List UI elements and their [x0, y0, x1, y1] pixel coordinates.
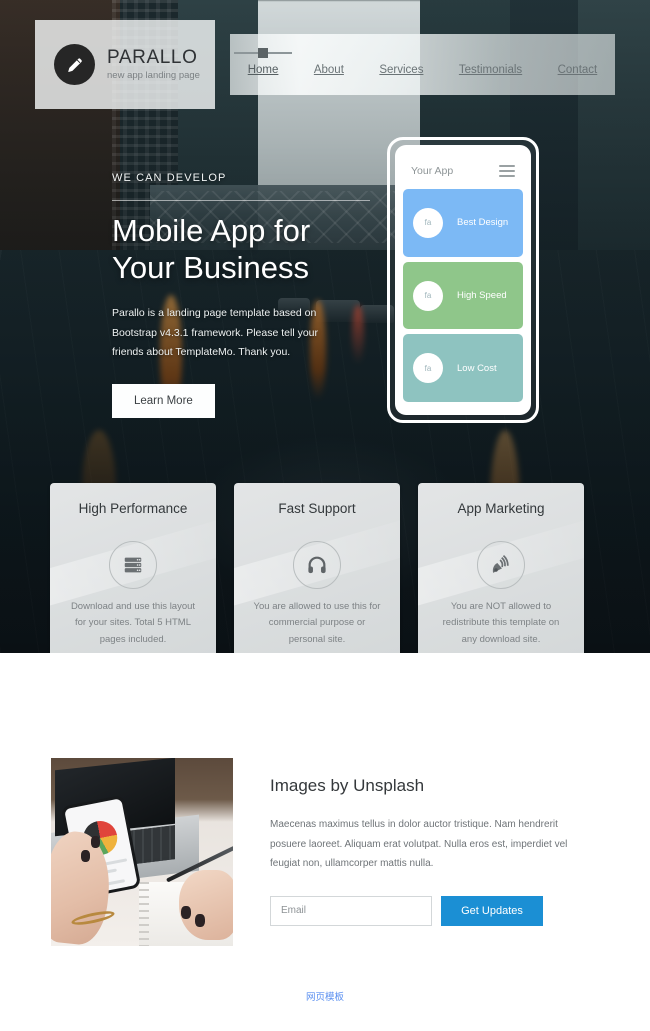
- feature-title: Fast Support: [278, 501, 356, 516]
- brand-title: PARALLO: [107, 47, 198, 69]
- hero-title-line-1: Mobile App for: [112, 213, 311, 248]
- app-card-icon: fa: [413, 353, 443, 384]
- nav-item-label: About: [313, 63, 344, 76]
- feature-cards: High Performance Download and use this l…: [50, 483, 600, 658]
- nav-item-label: Home: [247, 63, 279, 76]
- hero-copy: WE CAN DEVELOP Mobile App for Your Busin…: [112, 172, 412, 419]
- phone-screen: Your App fa Best Design fa High Speed fa…: [395, 145, 531, 415]
- phone-app-name: Your App: [411, 165, 454, 177]
- nail: [91, 836, 100, 848]
- hero-overline: WE CAN DEVELOP: [112, 172, 227, 184]
- server-icon: [109, 541, 157, 589]
- app-card-high-speed[interactable]: fa High Speed: [403, 261, 523, 330]
- get-updates-button[interactable]: Get Updates: [441, 895, 543, 926]
- landing-page: WE CAN DEVELOP Mobile App for Your Busin…: [0, 0, 650, 1031]
- app-card-label: Best Design: [457, 217, 509, 229]
- main-navigation: Home About Services Testimonials Contact: [230, 34, 615, 95]
- nail: [195, 914, 205, 927]
- footer-template-link[interactable]: 网页模板: [0, 989, 650, 1003]
- brand-subtitle: new app landing page: [107, 69, 200, 81]
- right-hand: [179, 870, 233, 940]
- feature-description: You are NOT allowed to redistribute this…: [442, 601, 560, 645]
- page-title: Mobile App for Your Business: [112, 213, 412, 286]
- app-card-low-cost[interactable]: fa Low Cost: [403, 334, 523, 403]
- feature-title: App Marketing: [457, 501, 545, 516]
- nav-item-label: Contact: [557, 63, 598, 76]
- brand-text: PARALLO new app landing page: [107, 48, 200, 81]
- subscribe-form: Get Updates: [270, 895, 570, 926]
- app-card-icon: fa: [413, 207, 443, 238]
- feature-title: High Performance: [78, 501, 188, 516]
- phone-mockup: Your App fa Best Design fa High Speed fa…: [387, 137, 539, 423]
- hamburger-icon[interactable]: [499, 162, 515, 180]
- app-card-best-design[interactable]: fa Best Design: [403, 189, 523, 257]
- email-field[interactable]: [270, 895, 432, 926]
- feature-description: Download and use this layout for your si…: [70, 601, 196, 645]
- nav-item-label: Testimonials: [458, 63, 523, 76]
- app-card-label: High Speed: [457, 290, 507, 301]
- pencil-icon: [54, 44, 95, 85]
- nail: [181, 906, 191, 919]
- phone-laptop-photo: [51, 758, 233, 946]
- hero-title-line-2: Your Business: [112, 249, 310, 285]
- nav-item-home[interactable]: Home: [230, 47, 296, 76]
- hero-description: Parallo is a landing page template based…: [112, 307, 319, 358]
- app-card-label: Low Cost: [457, 362, 497, 374]
- divider: [112, 200, 370, 201]
- nav-item-testimonials[interactable]: Testimonials: [441, 54, 540, 76]
- app-card-icon: fa: [413, 280, 443, 311]
- section-title: Images by Unsplash: [270, 776, 425, 795]
- satellite-dish-icon: [477, 541, 525, 589]
- section-description: Maecenas maximus tellus in dolor auctor …: [270, 819, 568, 869]
- phone-app-bar: Your App: [403, 153, 523, 189]
- feature-card-high-performance[interactable]: High Performance Download and use this l…: [50, 483, 216, 658]
- nav-item-label: Services: [379, 63, 424, 76]
- learn-more-button[interactable]: Learn More: [112, 384, 215, 419]
- headphones-icon: [293, 541, 341, 589]
- nav-slider-indicator: [234, 47, 293, 58]
- feature-card-app-marketing[interactable]: App Marketing You are NOT allowed to red…: [418, 483, 584, 658]
- feature-description: You are allowed to use this for commerci…: [253, 601, 381, 645]
- nav-item-about[interactable]: About: [296, 54, 362, 76]
- nav-item-services[interactable]: Services: [362, 54, 442, 76]
- nail: [81, 850, 90, 862]
- nav-list: Home About Services Testimonials Contact: [230, 34, 615, 95]
- unsplash-copy: Images by Unsplash Maecenas maximus tell…: [270, 776, 570, 926]
- feature-card-fast-support[interactable]: Fast Support You are allowed to use this…: [234, 483, 400, 658]
- unsplash-section: Images by Unsplash Maecenas maximus tell…: [0, 653, 650, 1031]
- brand-logo-panel[interactable]: PARALLO new app landing page: [35, 20, 215, 109]
- nav-item-contact[interactable]: Contact: [540, 54, 615, 76]
